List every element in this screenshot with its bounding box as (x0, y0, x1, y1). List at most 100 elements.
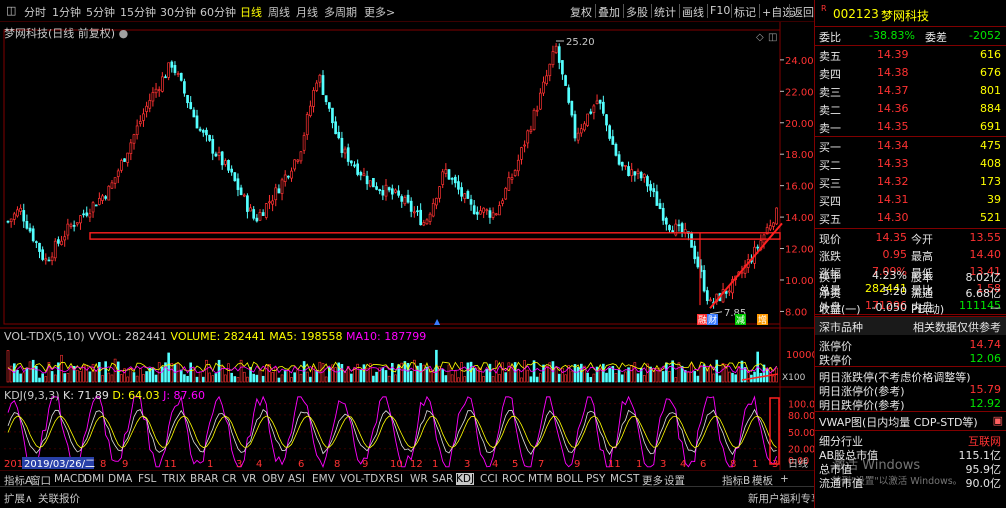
period-5[interactable]: 60分钟 (200, 4, 236, 20)
kdj-k-line (7, 408, 777, 456)
period-3[interactable]: 15分钟 (120, 4, 156, 20)
vwap-row[interactable]: VWAP图(日内均量 CDP-STD等) ▣ (815, 412, 1006, 430)
toolbar-right-button-8[interactable]: 返回 (792, 4, 814, 20)
settings-dot-icon[interactable]: ● (119, 27, 129, 40)
volume-bar (252, 373, 255, 383)
candle-body (299, 151, 303, 162)
event-marker-3[interactable]: 增 (758, 314, 767, 326)
bid-row[interactable]: 买五 14.30 521 (815, 209, 1006, 227)
period-6[interactable]: 日线 (240, 4, 262, 20)
indicator-tab-22[interactable]: PSY (586, 473, 605, 485)
toolbar-right-button-5[interactable]: F10 (710, 4, 730, 17)
vol-indicator-name[interactable]: VOL-TDX(5,10) (4, 330, 85, 343)
volume-bar (110, 374, 114, 383)
period-2[interactable]: 5分钟 (86, 4, 115, 20)
kdj-indicator-name[interactable]: KDJ(9,3,3) (4, 389, 60, 402)
ask-label: 卖四 (819, 68, 841, 81)
toolbar-right-button-4[interactable]: 画线 (682, 4, 704, 20)
bid-row[interactable]: 买四 14.31 39 (815, 191, 1006, 209)
period-1[interactable]: 1分钟 (52, 4, 81, 20)
indicator-tab-21[interactable]: BOLL (556, 473, 583, 485)
indicator-tab-14[interactable]: RSI (386, 473, 403, 485)
bid-row[interactable]: 买一 14.34 475 (815, 137, 1006, 155)
bottom-left-0[interactable]: 扩展∧ (4, 491, 33, 506)
indicator-tab-19[interactable]: ROC (502, 473, 525, 485)
candle-body (630, 169, 634, 177)
period-0[interactable]: 分时 (24, 4, 46, 20)
indicator-tab-8[interactable]: CR (222, 473, 237, 485)
diamond-icon[interactable]: ◇ (756, 32, 764, 43)
bid-row[interactable]: 买三 14.32 173 (815, 173, 1006, 191)
date-tick-label: 8 (334, 459, 340, 470)
candle-body (617, 154, 621, 165)
indicator-tab-7[interactable]: BRAR (190, 473, 219, 485)
volume-bar (211, 375, 215, 383)
indicator-tab-12[interactable]: EMV (312, 473, 335, 485)
candle-body (353, 164, 356, 167)
volume-bar (516, 369, 520, 383)
volume-bar (463, 376, 467, 383)
event-marker-2[interactable]: 减 (736, 314, 745, 326)
volume-bar (145, 371, 148, 383)
vol-ma5: MA5: 198558 (269, 330, 343, 343)
stat-value: 13.55 (969, 231, 1002, 244)
indicator-tab-16[interactable]: SAR (432, 473, 453, 485)
volume-bar (557, 373, 561, 383)
date-tick-label: 9 (362, 459, 368, 470)
vwap-toggle-icon[interactable]: ▣ (993, 414, 1003, 427)
indicator-tab-20[interactable]: MTM (528, 473, 553, 485)
candle-body (198, 128, 202, 131)
indicator-tab-right-2[interactable]: + (780, 473, 789, 485)
indicator-tab-6[interactable]: TRIX (162, 473, 186, 485)
indicator-tab-5[interactable]: FSL (138, 473, 156, 485)
indicator-tab-3[interactable]: DMI (84, 473, 104, 485)
period-4[interactable]: 30分钟 (160, 4, 196, 20)
bottom-left-1[interactable]: 关联报价 (38, 491, 80, 506)
trend-line-drawing[interactable] (709, 222, 783, 309)
event-marker-0[interactable]: 融 (698, 315, 707, 326)
event-triangle-icon[interactable]: ▲ (434, 317, 441, 326)
toolbar-right-button-3[interactable]: 统计 (654, 4, 676, 20)
chart-area[interactable]: 24.0022.0020.0018.0016.0014.0012.0010.00… (0, 22, 814, 470)
kdj-highlight-box[interactable] (769, 397, 780, 465)
indicator-tab-9[interactable]: VR (242, 473, 256, 485)
bid-row[interactable]: 买二 14.33 408 (815, 155, 1006, 173)
ask-row[interactable]: 卖五 14.39 616 (815, 46, 1006, 64)
candle-body (561, 60, 564, 75)
period-7[interactable]: 周线 (268, 4, 290, 20)
toolbar-menu-icon[interactable]: ◫ (6, 4, 16, 17)
indicator-tab-23[interactable]: MCST (610, 473, 639, 485)
indicator-tab-2[interactable]: MACD (54, 473, 85, 485)
toolbar-separator (759, 4, 760, 18)
toolbar-right-button-2[interactable]: 多股 (626, 4, 648, 20)
period-9[interactable]: 多周期 (324, 4, 357, 20)
candle-body (346, 147, 350, 162)
indicator-tab-4[interactable]: DMA (108, 473, 132, 485)
volume-bar (296, 369, 300, 383)
volume-bar (107, 372, 111, 383)
toolbar-right-button-1[interactable]: 叠加 (598, 4, 620, 20)
indicator-tab-15[interactable]: WR (410, 473, 428, 485)
ask-row[interactable]: 卖四 14.38 676 (815, 64, 1006, 82)
period-10[interactable]: 更多> (364, 4, 395, 20)
candle-body (431, 202, 435, 217)
period-8[interactable]: 月线 (296, 4, 318, 20)
new-user-promo[interactable]: 新用户福利专享 (748, 491, 822, 506)
volume-bar (576, 366, 580, 383)
indicator-tab-18[interactable]: CCI (480, 473, 498, 485)
indicator-tab-11[interactable]: ASI (288, 473, 305, 485)
indicator-tab-10[interactable]: OBV (262, 473, 284, 485)
kline-panel-frame (3, 29, 781, 325)
bid-volume: 475 (980, 139, 1001, 152)
ask-price: 14.38 (877, 66, 909, 79)
kdj-k: K: 71.89 (63, 389, 109, 402)
ask-row[interactable]: 卖二 14.36 884 (815, 100, 1006, 118)
event-marker-1[interactable]: 财 (708, 314, 717, 326)
indicator-tab-13[interactable]: VOL-TDX (340, 473, 385, 485)
ask-row[interactable]: 卖一 14.35 691 (815, 118, 1006, 136)
indicator-tab-17[interactable]: KDJ (456, 473, 475, 485)
toolbar-right-button-0[interactable]: 复权 (570, 4, 592, 20)
toolbar-right-button-6[interactable]: 标记 (734, 4, 756, 20)
layout-icon[interactable]: ◫ (768, 32, 777, 43)
ask-row[interactable]: 卖三 14.37 801 (815, 82, 1006, 100)
